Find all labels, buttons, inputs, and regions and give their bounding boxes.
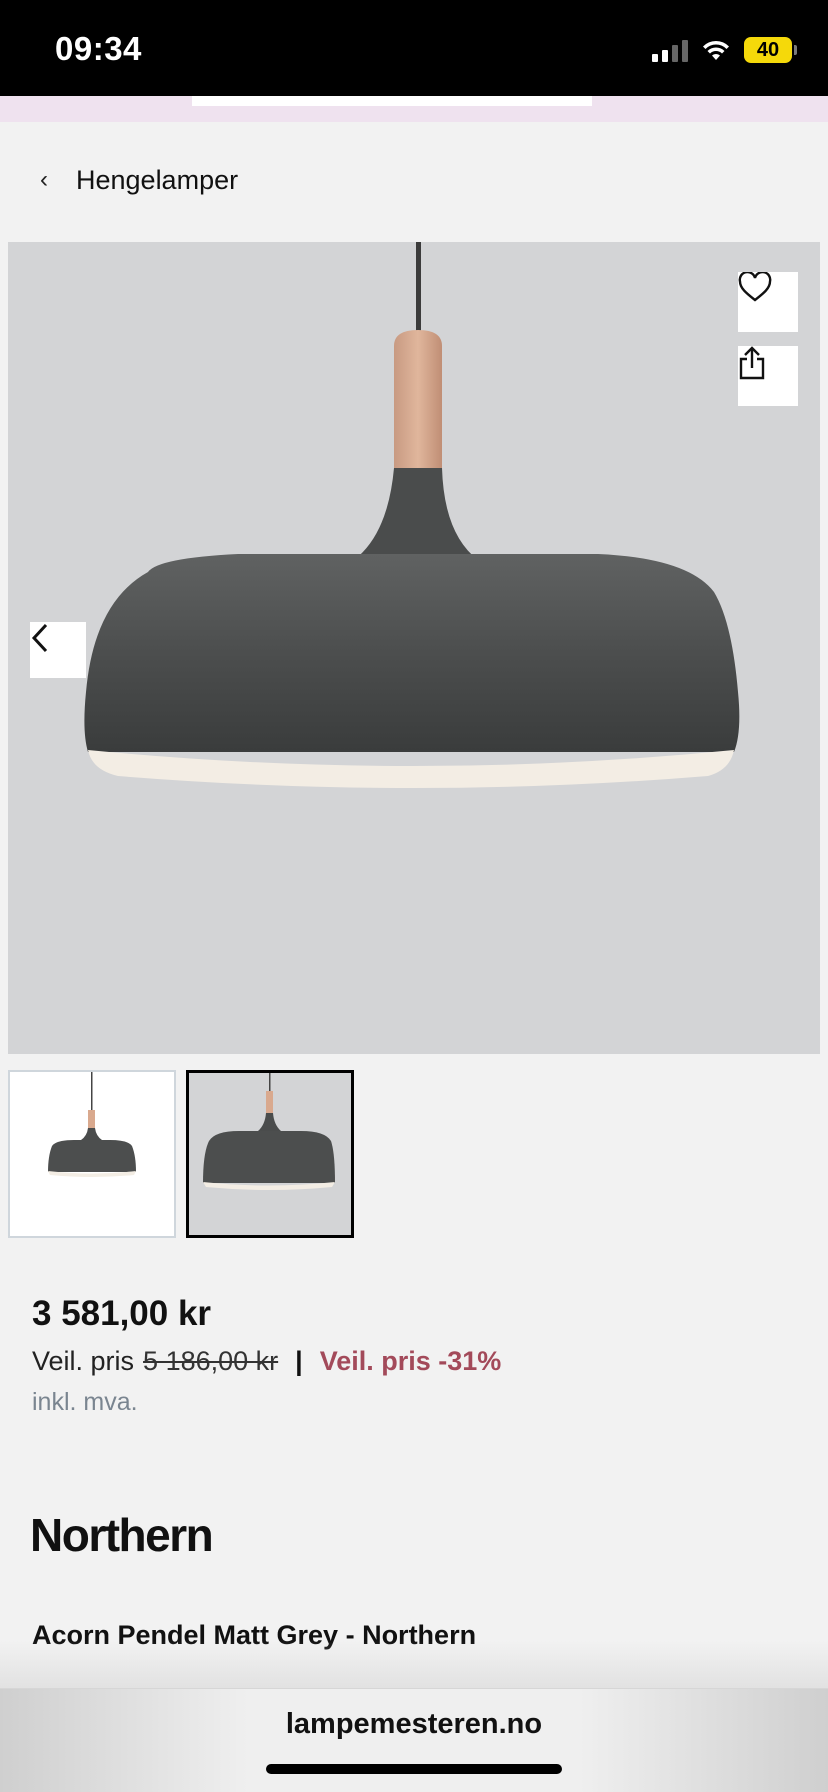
recommended-price-row: Veil. pris 5 186,00 kr | Veil. pris -31% xyxy=(32,1346,501,1377)
thumbnail-1[interactable] xyxy=(8,1070,176,1238)
thumbnail-lamp-image xyxy=(203,1073,335,1190)
home-indicator xyxy=(266,1764,562,1774)
share-icon xyxy=(739,346,765,380)
favorite-button[interactable] xyxy=(738,272,798,332)
vat-note: inkl. mva. xyxy=(32,1388,138,1416)
heart-icon xyxy=(738,272,772,302)
breadcrumb-label: Hengelamper xyxy=(76,164,239,195)
price-separator: | xyxy=(295,1346,303,1376)
search-bar-edge xyxy=(192,96,592,106)
recommended-price-old: 5 186,00 kr xyxy=(143,1346,279,1376)
battery-icon: 40 xyxy=(744,37,797,63)
cellular-signal-icon xyxy=(652,38,688,62)
share-button[interactable] xyxy=(738,346,798,406)
url-bar-fade xyxy=(0,1640,828,1688)
url-text[interactable]: lampemesteren.no xyxy=(0,1708,828,1741)
status-bar: 09:34 40 xyxy=(0,0,828,96)
recommended-price-label: Veil. pris xyxy=(32,1346,135,1376)
top-banner-strip xyxy=(0,96,828,122)
breadcrumb[interactable]: ‹ Hengelamper xyxy=(34,160,238,200)
pendant-lamp-image xyxy=(84,242,740,788)
status-icons: 40 xyxy=(652,32,797,68)
current-price: 3 581,00 kr xyxy=(32,1294,212,1333)
product-main-image[interactable] xyxy=(8,242,820,1054)
previous-image-button[interactable] xyxy=(30,622,86,678)
status-time: 09:34 xyxy=(55,30,142,67)
chevron-left-icon: ‹ xyxy=(40,166,48,193)
discount-badge: Veil. pris -31% xyxy=(319,1346,502,1376)
chevron-left-icon xyxy=(31,623,48,653)
thumbnail-strip xyxy=(8,1070,354,1238)
thumbnail-2[interactable] xyxy=(186,1070,354,1238)
wifi-icon xyxy=(703,40,729,60)
brand-logo[interactable]: Northern xyxy=(30,1508,214,1562)
thumbnail-lamp-image xyxy=(48,1072,136,1177)
